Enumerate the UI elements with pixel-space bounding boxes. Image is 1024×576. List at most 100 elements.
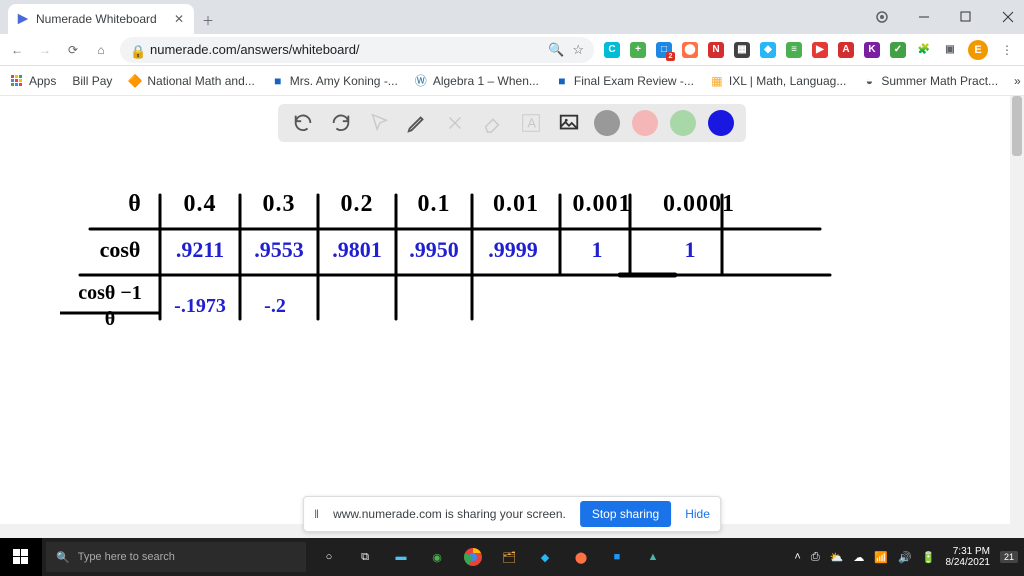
extension-icon[interactable]: ◆ [760, 42, 776, 58]
bookmark-item[interactable]: Bill Pay [72, 74, 112, 88]
extension-icon[interactable]: □2 [656, 42, 672, 58]
reload-icon[interactable]: ⟳ [64, 41, 82, 59]
extension-icon[interactable]: K [864, 42, 880, 58]
notifications-icon[interactable]: 21 [1000, 551, 1018, 563]
bookmarks-overflow-icon[interactable]: » [1014, 74, 1021, 88]
tray-icon[interactable]: ⎙ [811, 551, 820, 564]
volume-icon[interactable]: 🔊 [898, 551, 912, 564]
star-icon[interactable]: ☆ [572, 42, 584, 58]
taskbar-explorer-icon[interactable]: 🗂 [492, 540, 526, 574]
taskbar-chrome-icon[interactable] [456, 540, 490, 574]
taskbar-clock[interactable]: 7:31 PM 8/24/2021 [945, 546, 990, 569]
page-content: A [0, 96, 1024, 538]
extension-icon[interactable]: ⬤ [682, 42, 698, 58]
close-window-icon[interactable] [996, 5, 1020, 29]
scrollbar-thumb[interactable] [1012, 96, 1022, 156]
extension-icon[interactable]: C [604, 42, 620, 58]
eraser-icon[interactable] [480, 110, 506, 136]
image-icon[interactable] [556, 110, 582, 136]
svg-text:A: A [527, 116, 536, 131]
stop-sharing-button[interactable]: Stop sharing [580, 501, 671, 527]
home-icon[interactable]: ⌂ [92, 41, 110, 59]
tray-icon[interactable]: ⛅ [830, 551, 844, 564]
pen-icon[interactable] [404, 110, 430, 136]
bookmark-favicon-icon: 🔶 [128, 74, 142, 88]
share-message: www.numerade.com is sharing your screen. [333, 507, 566, 521]
bookmarks-bar: Apps Bill Pay 🔶National Math and... ■Mrs… [0, 66, 1024, 96]
forward-icon[interactable]: → [36, 41, 54, 59]
battery-icon[interactable]: 🔋 [922, 551, 936, 564]
taskbar-app-icon[interactable]: ⬤ [564, 540, 598, 574]
chrome-menu-icon[interactable]: ⋮ [998, 41, 1016, 59]
apps-shortcut[interactable]: Apps [10, 74, 56, 88]
tab-favicon-icon [16, 12, 30, 26]
color-green[interactable] [670, 110, 696, 136]
taskbar-app-icon[interactable]: ▬ [384, 540, 418, 574]
color-blue[interactable] [708, 110, 734, 136]
new-tab-button[interactable]: ＋ [194, 6, 222, 34]
bookmark-favicon-icon: ◒ [862, 74, 876, 88]
bookmark-item[interactable]: ⓌAlgebra 1 – When... [414, 74, 539, 88]
bookmark-favicon-icon: ■ [271, 74, 285, 88]
tray-overflow-icon[interactable]: ˄ [794, 551, 800, 563]
start-button[interactable] [0, 538, 42, 576]
table-row-theta: θ 0.4 0.3 0.2 0.1 0.01 0.001 0.0001 [110, 191, 754, 218]
bookmark-item[interactable]: ■Mrs. Amy Koning -... [271, 74, 398, 88]
extensions-menu-icon[interactable]: 🧩 [916, 42, 932, 58]
tab-strip: Numerade Whiteboard ✕ ＋ [0, 0, 1024, 34]
color-gray[interactable] [594, 110, 620, 136]
search-in-page-icon[interactable]: 🔍 [548, 42, 564, 58]
color-pink[interactable] [632, 110, 658, 136]
taskbar-app-icon[interactable]: ◆ [528, 540, 562, 574]
pointer-icon[interactable] [366, 110, 392, 136]
omnibox[interactable]: 🔒 numerade.com/answers/whiteboard/ 🔍 ☆ [120, 37, 594, 63]
minimize-icon[interactable] [912, 5, 936, 29]
taskbar-app-icon[interactable]: ■ [600, 540, 634, 574]
search-icon: 🔍 [56, 551, 70, 564]
bookmark-item[interactable]: ■Final Exam Review -... [555, 74, 694, 88]
extension-icon[interactable]: N [708, 42, 724, 58]
windows-taskbar: 🔍 Type here to search ○ ⧉ ▬ ◉ 🗂 ◆ ⬤ ■ ▲ … [0, 538, 1024, 576]
expr-denominator: θ [105, 309, 115, 329]
extension-icon[interactable]: ✓ [890, 42, 906, 58]
table-row-expr: cosθ −1 θ -.1973 -.2 [60, 283, 310, 329]
account-indicator-icon[interactable] [870, 5, 894, 29]
bookmark-item[interactable]: ◒Summer Math Pract... [862, 74, 998, 88]
taskbar-apps: ○ ⧉ ▬ ◉ 🗂 ◆ ⬤ ■ ▲ [312, 540, 670, 574]
text-icon[interactable]: A [518, 110, 544, 136]
url-text: numerade.com/answers/whiteboard/ [150, 42, 540, 57]
bookmark-item[interactable]: 🔶National Math and... [128, 74, 254, 88]
cortana-icon[interactable]: ○ [312, 540, 346, 574]
table-gridlines [60, 191, 840, 371]
expr-numerator: cosθ −1 [78, 282, 142, 304]
extension-icon[interactable]: ≡ [786, 42, 802, 58]
taskbar-search[interactable]: 🔍 Type here to search [46, 542, 306, 572]
hide-share-bar-button[interactable]: Hide [685, 507, 710, 521]
extension-icon[interactable]: A [838, 42, 854, 58]
tools-icon[interactable] [442, 110, 468, 136]
clock-time: 7:31 PM [945, 546, 990, 558]
onedrive-icon[interactable]: ☁ [853, 551, 864, 564]
search-placeholder: Type here to search [78, 551, 175, 563]
bookmark-favicon-icon: ■ [555, 74, 569, 88]
extension-icon[interactable]: + [630, 42, 646, 58]
maximize-icon[interactable] [954, 5, 978, 29]
clock-date: 8/24/2021 [945, 557, 990, 569]
extension-icon[interactable]: ▶ [812, 42, 828, 58]
taskbar-app-icon[interactable]: ▲ [636, 540, 670, 574]
taskbar-app-icon[interactable]: ◉ [420, 540, 454, 574]
close-tab-icon[interactable]: ✕ [172, 12, 186, 26]
bookmark-item[interactable]: ▦IXL | Math, Languag... [710, 74, 846, 88]
task-view-icon[interactable]: ⧉ [348, 540, 382, 574]
browser-tab[interactable]: Numerade Whiteboard ✕ [8, 4, 194, 34]
extension-icon[interactable]: ▦ [734, 42, 750, 58]
undo-icon[interactable] [290, 110, 316, 136]
wifi-icon[interactable]: 📶 [874, 551, 888, 564]
cast-icon[interactable]: ▣ [942, 42, 958, 58]
theta-label: θ [110, 191, 160, 218]
address-bar: ← → ⟳ ⌂ 🔒 numerade.com/answers/whiteboar… [0, 34, 1024, 66]
profile-avatar[interactable]: E [968, 40, 988, 60]
back-icon[interactable]: ← [8, 41, 26, 59]
redo-icon[interactable] [328, 110, 354, 136]
vertical-scrollbar[interactable] [1010, 96, 1024, 538]
